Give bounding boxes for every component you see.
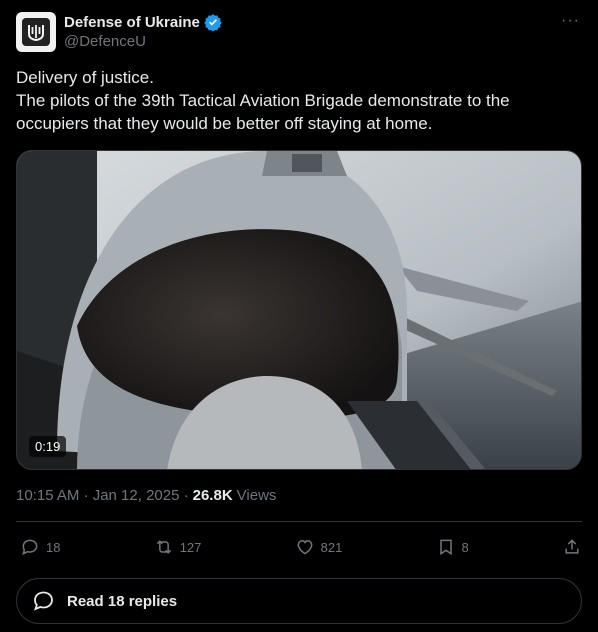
- trident-logo-icon: [22, 18, 50, 46]
- reply-button[interactable]: 18: [20, 537, 60, 557]
- timestamp[interactable]: 10:15 AM · Jan 12, 2025 ·: [16, 487, 189, 504]
- bookmark-count: 8: [461, 539, 469, 555]
- share-icon: [565, 539, 579, 554]
- author-handle[interactable]: @DefenceU: [64, 32, 222, 52]
- like-icon: [297, 539, 313, 555]
- like-button[interactable]: 821: [295, 537, 343, 557]
- more-icon[interactable]: ···: [561, 12, 580, 30]
- video-duration: 0:19: [29, 436, 67, 457]
- video-player[interactable]: 0:19: [16, 150, 582, 470]
- views-label: Views: [236, 487, 277, 504]
- divider: [16, 521, 582, 522]
- author-avatar[interactable]: [16, 12, 56, 52]
- read-replies-button[interactable]: Read 18 replies: [16, 578, 582, 624]
- author-name[interactable]: Defense of Ukraine: [64, 14, 200, 31]
- read-replies-label: Read 18 replies: [67, 592, 178, 610]
- views-count: 26.8K: [192, 487, 233, 504]
- tweet-text-line: The pilots of the 39th Tactical Aviation…: [16, 91, 510, 133]
- like-count: 821: [320, 539, 343, 555]
- tweet-text-line: Delivery of justice.: [16, 68, 154, 87]
- bookmark-icon: [439, 539, 452, 556]
- reply-icon: [22, 539, 38, 556]
- verified-badge-icon: [204, 14, 222, 31]
- share-button[interactable]: [562, 537, 582, 557]
- action-bar: 18 127 821 8: [20, 535, 582, 559]
- tweet: Defense of Ukraine @DefenceU ··· Deliver…: [0, 0, 598, 632]
- repost-count: 127: [179, 539, 202, 555]
- tweet-text: Delivery of justice. The pilots of the 3…: [16, 66, 582, 135]
- author-info: Defense of Ukraine @DefenceU: [64, 12, 222, 52]
- replies-bubble-icon: [34, 591, 53, 611]
- repost-icon: [156, 540, 171, 554]
- reply-count: 18: [46, 539, 61, 555]
- repost-button[interactable]: 127: [154, 537, 202, 557]
- bookmark-button[interactable]: 8: [436, 537, 469, 557]
- tweet-meta: 10:15 AM · Jan 12, 2025 · 26.8K Views: [16, 487, 276, 504]
- video-frame: [17, 151, 581, 469]
